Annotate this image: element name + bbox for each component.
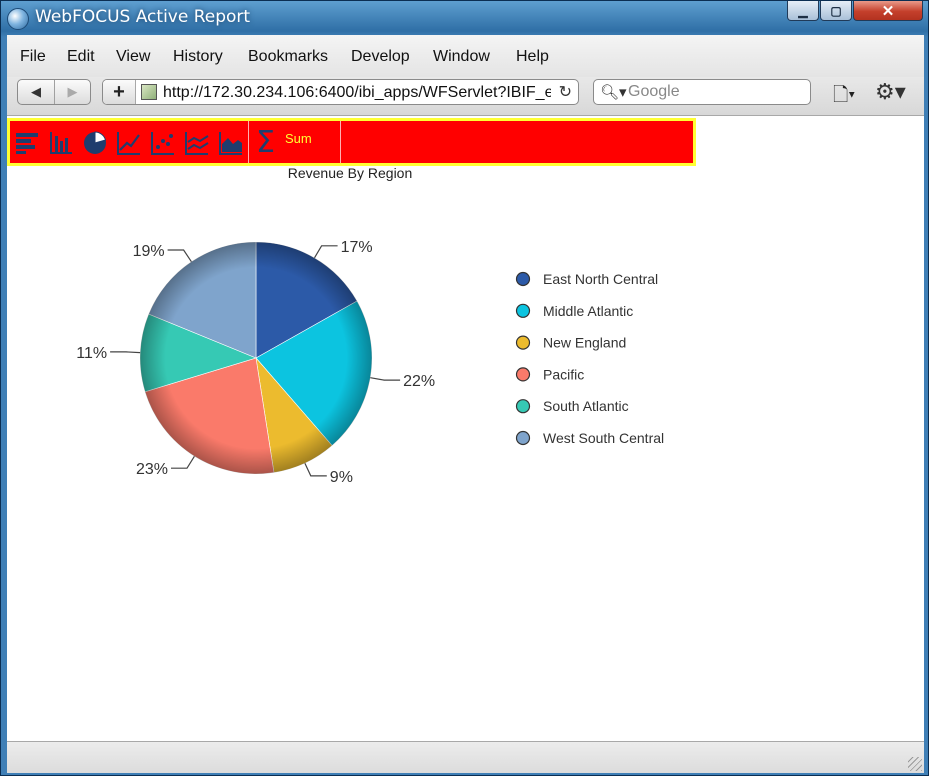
status-bar bbox=[7, 741, 924, 773]
toolbar-separator bbox=[248, 121, 249, 163]
pie-percent-label: 22% bbox=[403, 373, 435, 390]
menu-history[interactable]: History bbox=[173, 48, 223, 66]
legend-marker[interactable] bbox=[515, 399, 531, 414]
pie-percent-label: 19% bbox=[133, 243, 165, 260]
gear-icon[interactable]: ⚙▾ bbox=[875, 79, 906, 105]
maximize-button[interactable]: ▢ bbox=[820, 1, 852, 21]
window-title: WebFOCUS Active Report bbox=[35, 7, 251, 27]
reload-icon: ↻ bbox=[558, 84, 572, 101]
url-text[interactable]: http://172.30.234.106:6400/ibi_apps/WFSe… bbox=[163, 84, 551, 102]
page-content: Σ Sum Revenue By Region 17% 22% 9% 23% 11% 19… bbox=[7, 116, 924, 740]
minimize-icon: ▁ bbox=[798, 3, 808, 18]
active-report-toolbar: Σ Sum bbox=[7, 118, 696, 166]
area-chart-icon[interactable] bbox=[218, 130, 244, 156]
pie-percent-label: 11% bbox=[76, 345, 107, 362]
legend-label[interactable]: Middle Atlantic bbox=[543, 303, 633, 319]
reload-button[interactable]: ↻ bbox=[559, 82, 572, 102]
plus-icon: + bbox=[113, 80, 125, 103]
sum-sigma-icon[interactable]: Σ bbox=[256, 125, 275, 160]
menu-develop[interactable]: Develop bbox=[351, 48, 410, 66]
add-bookmark-button[interactable]: + bbox=[103, 80, 136, 104]
menu-bar: File Edit View History Bookmarks Develop… bbox=[7, 35, 924, 77]
menu-file[interactable]: File bbox=[20, 48, 46, 66]
legend-label[interactable]: East North Central bbox=[543, 271, 658, 287]
browser-client-area: File Edit View History Bookmarks Develop… bbox=[7, 35, 924, 773]
line-chart-icon[interactable] bbox=[116, 130, 142, 156]
maximize-icon: ▢ bbox=[830, 3, 842, 18]
pie-percent-label: 23% bbox=[136, 461, 168, 478]
minimize-button[interactable]: ▁ bbox=[787, 1, 819, 21]
page-menu-icon[interactable]: 🗋▾ bbox=[833, 81, 855, 113]
toolbar-separator bbox=[340, 121, 341, 163]
pie-shading bbox=[140, 242, 372, 474]
title-bar[interactable]: WebFOCUS Active Report ▁ ▢ ✕ bbox=[1, 1, 928, 35]
site-favicon-icon bbox=[141, 84, 157, 100]
browser-app-icon bbox=[7, 8, 29, 30]
legend-label[interactable]: Pacific bbox=[543, 366, 584, 382]
forward-button[interactable]: ▶ bbox=[55, 80, 90, 104]
pie-percent-label: 9% bbox=[330, 469, 353, 486]
search-icon[interactable]: 🔍︎▾ bbox=[600, 83, 627, 101]
pie-leader-line bbox=[171, 455, 195, 469]
close-icon: ✕ bbox=[881, 2, 895, 20]
menu-help[interactable]: Help bbox=[516, 48, 549, 66]
legend-marker[interactable] bbox=[515, 367, 531, 382]
legend-marker[interactable] bbox=[515, 430, 531, 446]
forward-arrow-icon: ▶ bbox=[67, 84, 78, 99]
back-forward-group: ◀ ▶ bbox=[17, 79, 91, 105]
menu-view[interactable]: View bbox=[116, 48, 150, 66]
bar-chart-horizontal-icon[interactable] bbox=[14, 130, 40, 156]
legend-label[interactable]: West South Central bbox=[543, 430, 664, 446]
browser-window: WebFOCUS Active Report ▁ ▢ ✕ File Edit V… bbox=[0, 0, 929, 776]
pie-leader-line bbox=[110, 351, 141, 354]
legend-label[interactable]: New England bbox=[543, 335, 626, 351]
menu-window[interactable]: Window bbox=[433, 48, 490, 66]
legend-marker[interactable] bbox=[515, 335, 531, 350]
legend-label[interactable]: South Atlantic bbox=[543, 398, 629, 414]
address-bar[interactable]: + http://172.30.234.106:6400/ibi_apps/WF… bbox=[102, 79, 579, 105]
legend-marker[interactable] bbox=[515, 303, 531, 318]
search-input[interactable] bbox=[628, 83, 803, 101]
multi-line-chart-icon[interactable] bbox=[184, 130, 210, 156]
menu-bookmarks[interactable]: Bookmarks bbox=[248, 48, 328, 66]
close-button[interactable]: ✕ bbox=[853, 1, 923, 21]
legend-marker[interactable] bbox=[515, 271, 531, 287]
revenue-pie-chart: Revenue By Region 17% 22% 9% 23% 11% 19% East… bbox=[76, 165, 664, 486]
pie-leader-line bbox=[313, 245, 338, 259]
scatter-chart-icon[interactable] bbox=[150, 130, 176, 156]
pie-leader-line bbox=[370, 377, 401, 381]
pie-chart-icon[interactable] bbox=[82, 130, 108, 156]
search-box[interactable]: 🔍︎▾ bbox=[593, 79, 811, 105]
chart-title: Revenue By Region bbox=[288, 165, 413, 181]
pie-percent-label: 17% bbox=[341, 239, 373, 256]
pie-leader-line bbox=[167, 249, 192, 263]
sum-aggregation-button[interactable]: Sum bbox=[285, 131, 312, 146]
navigation-toolbar: ◀ ▶ + http://172.30.234.106:6400/ibi_app… bbox=[7, 77, 924, 116]
chart-legend: East North Central Middle Atlantic New Eng… bbox=[515, 271, 664, 446]
menu-edit[interactable]: Edit bbox=[67, 48, 95, 66]
back-button[interactable]: ◀ bbox=[18, 80, 55, 104]
bar-chart-icon[interactable] bbox=[48, 130, 74, 156]
resize-grip-icon[interactable] bbox=[908, 757, 922, 771]
pie-leader-line bbox=[304, 462, 327, 477]
back-arrow-icon: ◀ bbox=[31, 84, 41, 99]
